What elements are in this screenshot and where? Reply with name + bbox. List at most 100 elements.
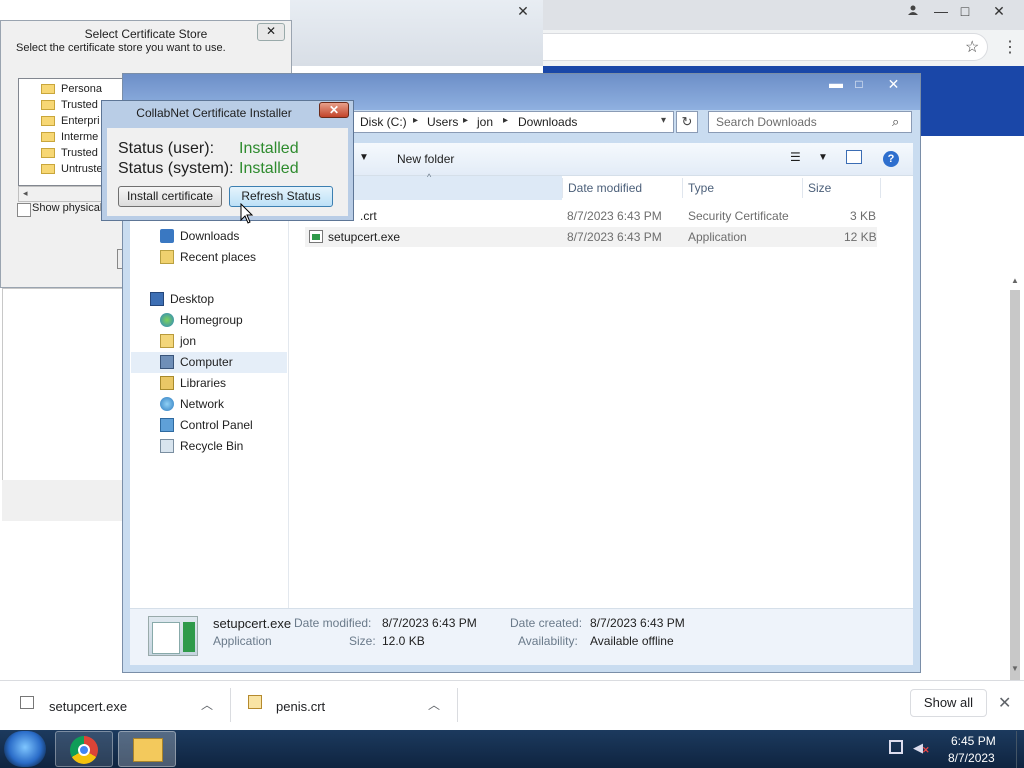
explorer-minimize-button[interactable]: ▬ — [825, 75, 847, 93]
new-folder-button[interactable]: New folder — [397, 152, 454, 166]
status-system-value: Installed — [239, 160, 299, 177]
nav-item-jon[interactable]: jon — [160, 331, 196, 351]
preview-pane-icon[interactable] — [846, 150, 862, 164]
column-header-date-modified[interactable]: Date modified — [568, 181, 642, 195]
explorer-maximize-button[interactable]: □ — [848, 75, 870, 93]
chevron-down-icon[interactable]: ▼ — [818, 152, 828, 163]
details-file-name: setupcert.exe — [213, 616, 292, 631]
dialog-prompt: Select the certificate store you want to… — [16, 42, 226, 54]
kebab-menu-icon[interactable]: ⋮ — [1002, 37, 1018, 57]
chevron-right-icon[interactable]: ▸ — [413, 115, 418, 126]
help-icon[interactable]: ? — [883, 151, 899, 167]
tree-item[interactable]: Trusted — [41, 145, 98, 161]
dialog-title: Select Certificate Store — [84, 27, 208, 41]
status-user-label: Status (user): — [118, 140, 215, 157]
column-separator[interactable] — [682, 178, 683, 198]
file-type: Application — [688, 230, 747, 244]
column-header-type[interactable]: Type — [688, 181, 714, 195]
folder-icon — [41, 148, 55, 158]
taskbar-explorer[interactable] — [118, 731, 176, 767]
column-separator[interactable] — [802, 178, 803, 198]
column-header-size[interactable]: Size — [808, 181, 831, 195]
close-button[interactable]: ✕ — [319, 102, 349, 118]
tree-item[interactable]: Trusted — [41, 97, 98, 113]
folder-icon — [133, 738, 163, 762]
folder-icon — [41, 164, 55, 174]
install-certificate-button[interactable]: Install certificate — [118, 186, 222, 207]
download-item-crt[interactable]: penis.crt — [276, 699, 325, 714]
scroll-down-icon[interactable]: ▼ — [1011, 664, 1019, 673]
file-row[interactable]: .crt 8/7/2023 6:43 PM Security Certifica… — [305, 206, 877, 226]
certificate-icon — [248, 695, 262, 709]
file-name: setupcert.exe — [328, 230, 401, 244]
nav-item-homegroup[interactable]: Homegroup — [160, 310, 243, 330]
address-bar[interactable] — [543, 33, 988, 61]
details-date-created-label: Date created: — [510, 616, 583, 630]
breadcrumb-users[interactable]: Users — [427, 115, 458, 129]
network-tray-icon[interactable] — [889, 740, 903, 754]
nav-item-desktop[interactable]: Desktop — [150, 289, 214, 309]
chevron-down-icon[interactable]: ▾ — [661, 115, 666, 126]
recent-places-icon — [160, 250, 174, 264]
details-availability: Available offline — [590, 634, 674, 648]
close-shelf-button[interactable]: ✕ — [998, 693, 1011, 713]
tree-item[interactable]: Interme — [41, 129, 98, 145]
profile-icon[interactable] — [900, 0, 926, 22]
chrome-minimize-button[interactable]: — — [928, 0, 954, 22]
nav-item-computer[interactable]: Computer — [160, 352, 233, 372]
page-scrollbar[interactable] — [1010, 290, 1020, 680]
scroll-up-icon[interactable]: ▲ — [1011, 276, 1019, 285]
chrome-close-button[interactable]: ✕ — [986, 0, 1012, 22]
scroll-left-icon[interactable]: ◂ — [23, 188, 28, 199]
column-separator[interactable] — [880, 178, 881, 198]
chrome-maximize-button[interactable]: □ — [952, 0, 978, 22]
clock-date[interactable]: 8/7/2023 — [948, 751, 995, 765]
breadcrumb-disk[interactable]: Disk (C:) — [360, 115, 407, 129]
mouse-cursor-icon — [240, 202, 254, 228]
status-system-label: Status (system): — [118, 160, 234, 177]
start-button[interactable] — [4, 731, 46, 767]
recycle-bin-icon — [160, 439, 174, 453]
chevron-up-icon[interactable]: ︿ — [201, 696, 213, 713]
nav-item-recent-places[interactable]: Recent places — [160, 247, 256, 267]
search-icon[interactable]: ⌕ — [892, 114, 899, 130]
show-all-button[interactable]: Show all — [910, 689, 987, 717]
show-desktop-button[interactable] — [1016, 731, 1024, 768]
explorer-close-button[interactable]: ✕ — [872, 75, 915, 93]
file-type: Security Certificate — [688, 209, 789, 223]
bg-close-button[interactable]: ✕ — [510, 0, 536, 22]
tree-item[interactable]: Untruste — [41, 161, 103, 177]
muted-icon: ✕ — [922, 745, 930, 755]
divider — [457, 688, 458, 722]
tree-item[interactable]: Persona — [41, 81, 102, 97]
file-size: 3 KB — [850, 209, 877, 223]
application-icon — [152, 622, 180, 654]
tree-item[interactable]: Enterpri — [41, 113, 100, 129]
homegroup-icon — [160, 313, 174, 327]
chevron-right-icon[interactable]: ▸ — [463, 115, 468, 126]
details-date-modified: 8/7/2023 6:43 PM — [382, 616, 477, 630]
column-separator[interactable] — [562, 178, 563, 198]
chevron-up-icon[interactable]: ︿ — [428, 696, 440, 713]
file-size: 12 KB — [844, 230, 877, 244]
clock-time[interactable]: 6:45 PM — [951, 734, 996, 748]
view-options-icon[interactable]: ☰ — [790, 150, 801, 164]
refresh-icon[interactable]: ↻ — [676, 111, 698, 133]
chevron-down-icon[interactable]: ▼ — [359, 152, 369, 163]
file-row[interactable]: setupcert.exe 8/7/2023 6:43 PM Applicati… — [305, 227, 877, 247]
application-icon — [20, 696, 34, 709]
breadcrumb-jon[interactable]: jon — [477, 115, 493, 129]
file-date: 8/7/2023 6:43 PM — [567, 230, 662, 244]
breadcrumb-downloads[interactable]: Downloads — [518, 115, 577, 129]
nav-item-network[interactable]: Network — [160, 394, 224, 414]
taskbar-chrome[interactable] — [55, 731, 113, 767]
nav-item-libraries[interactable]: Libraries — [160, 373, 226, 393]
close-button[interactable]: ✕ — [257, 23, 285, 41]
show-physical-stores-checkbox[interactable] — [17, 203, 31, 217]
nav-item-downloads[interactable]: Downloads — [160, 226, 239, 246]
star-icon[interactable]: ☆ — [965, 37, 979, 57]
download-item-setupcert[interactable]: setupcert.exe — [49, 699, 127, 714]
chevron-right-icon[interactable]: ▸ — [503, 115, 508, 126]
nav-item-recycle-bin[interactable]: Recycle Bin — [160, 436, 243, 456]
nav-item-control-panel[interactable]: Control Panel — [160, 415, 253, 435]
